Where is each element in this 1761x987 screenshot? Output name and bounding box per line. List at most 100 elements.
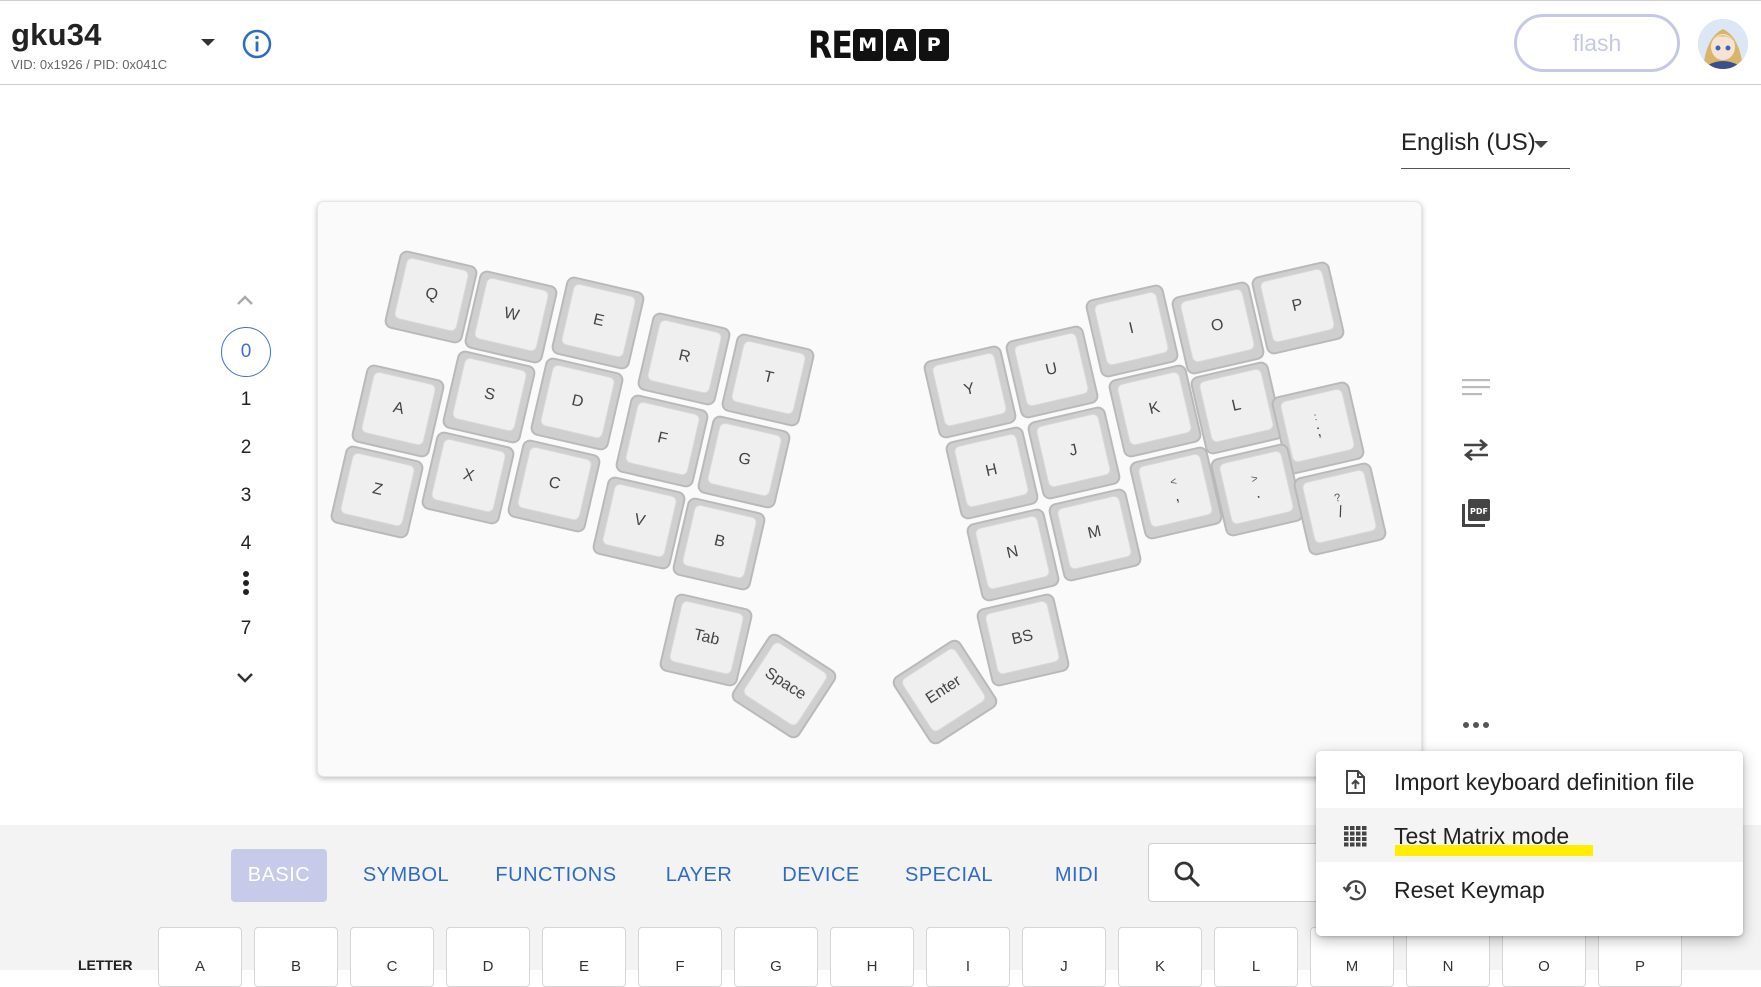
layer-3-button[interactable]: 3 bbox=[220, 485, 272, 507]
keycode-button[interactable]: N bbox=[1406, 927, 1490, 987]
remap-logo: RE M A P bbox=[808, 24, 949, 67]
key-b[interactable]: B bbox=[671, 496, 767, 592]
key-r[interactable]: R bbox=[636, 311, 732, 407]
key-o[interactable]: O bbox=[1170, 280, 1266, 376]
info-icon[interactable] bbox=[241, 28, 273, 60]
swap-icon[interactable] bbox=[1458, 432, 1494, 468]
options-menu: Import keyboard definition file Test Mat… bbox=[1316, 751, 1743, 936]
keycode-button[interactable]: M bbox=[1310, 927, 1394, 987]
key-l[interactable]: L bbox=[1189, 360, 1285, 456]
tab-midi[interactable]: MIDI bbox=[1044, 849, 1110, 902]
keycode-button[interactable]: B bbox=[254, 927, 338, 987]
menu-item-reset-keymap[interactable]: Reset Keymap bbox=[1316, 862, 1743, 916]
key-z[interactable]: Z bbox=[329, 444, 425, 540]
layer-4-button[interactable]: 4 bbox=[220, 533, 272, 555]
key-label: G bbox=[736, 449, 753, 469]
keycode-button[interactable]: C bbox=[350, 927, 434, 987]
logo-letter-m: M bbox=[852, 29, 883, 61]
key-q[interactable]: Q bbox=[383, 249, 479, 345]
key-label: E bbox=[591, 310, 606, 330]
key-label: W bbox=[502, 304, 521, 325]
key-label: Z bbox=[370, 479, 385, 499]
tab-symbol[interactable]: SYMBOL bbox=[352, 849, 460, 902]
tab-layer[interactable]: LAYER bbox=[656, 849, 742, 902]
keycode-button[interactable]: O bbox=[1502, 927, 1586, 987]
key-m[interactable]: M bbox=[1047, 487, 1143, 583]
key-u[interactable]: U bbox=[1004, 324, 1100, 420]
keycode-button[interactable]: P bbox=[1598, 927, 1682, 987]
layer-1-button[interactable]: 1 bbox=[220, 389, 272, 411]
key-tab[interactable]: Tab bbox=[658, 592, 754, 688]
highlight-mark bbox=[1395, 845, 1593, 856]
key-w[interactable]: W bbox=[463, 269, 559, 365]
more-options-icon[interactable] bbox=[1458, 707, 1494, 743]
key-label: . bbox=[1253, 484, 1262, 502]
keycode-button[interactable]: F bbox=[638, 927, 722, 987]
key-g[interactable]: G bbox=[696, 414, 792, 510]
tab-device[interactable]: DEVICE bbox=[773, 849, 869, 902]
key-d[interactable]: D bbox=[529, 356, 625, 452]
tab-basic[interactable]: BASIC bbox=[231, 849, 327, 902]
keycode-button[interactable]: A bbox=[158, 927, 242, 987]
layer-up-icon[interactable] bbox=[230, 288, 260, 312]
keycode-button[interactable]: J bbox=[1022, 927, 1106, 987]
keyboard-name[interactable]: gku34 bbox=[11, 17, 102, 53]
key-j[interactable]: J bbox=[1026, 405, 1122, 501]
key-label: O bbox=[1209, 315, 1226, 335]
key-i[interactable]: I bbox=[1084, 283, 1180, 379]
key-h[interactable]: H bbox=[944, 425, 1040, 521]
key-y[interactable]: Y bbox=[922, 344, 1018, 440]
keycode-label: G bbox=[770, 958, 782, 975]
layer-0-button[interactable]: 0 bbox=[221, 327, 271, 377]
menu-item-import-definition[interactable]: Import keyboard definition file bbox=[1316, 754, 1743, 808]
tab-functions[interactable]: FUNCTIONS bbox=[489, 849, 623, 902]
keycode-button[interactable]: I bbox=[926, 927, 1010, 987]
keyboard-dropdown-icon[interactable] bbox=[201, 39, 215, 46]
more-layers-icon[interactable] bbox=[241, 569, 251, 599]
logo-letter-p: P bbox=[918, 29, 949, 61]
key-shift-label: : bbox=[1312, 410, 1319, 424]
key-a[interactable]: A bbox=[350, 363, 446, 459]
keycode-button[interactable]: K bbox=[1118, 927, 1202, 987]
layer-2-button[interactable]: 2 bbox=[220, 437, 272, 459]
key-k[interactable]: K bbox=[1107, 363, 1203, 459]
logo-letter-a: A bbox=[885, 29, 916, 61]
keycode-label: A bbox=[194, 958, 205, 975]
keycode-label: O bbox=[1538, 958, 1550, 975]
key-s[interactable]: S bbox=[441, 349, 537, 445]
keycode-button[interactable]: G bbox=[734, 927, 818, 987]
keycode-button[interactable]: E bbox=[542, 927, 626, 987]
keyboard-language-select[interactable]: English (US) bbox=[1401, 117, 1570, 169]
key-comma[interactable]: <, bbox=[1128, 445, 1224, 541]
key-label: S bbox=[482, 384, 497, 404]
keycode-button[interactable]: L bbox=[1214, 927, 1298, 987]
key-label: BS bbox=[1010, 626, 1035, 648]
layer-7-button[interactable]: 7 bbox=[220, 618, 272, 640]
key-slash[interactable]: ? / bbox=[1292, 461, 1388, 557]
key-x[interactable]: X bbox=[420, 430, 516, 526]
key-enter[interactable]: Enter bbox=[889, 636, 1001, 748]
key-t[interactable]: T bbox=[720, 332, 816, 428]
user-avatar[interactable] bbox=[1698, 19, 1748, 69]
key-e[interactable]: E bbox=[550, 275, 646, 371]
keycode-button[interactable]: H bbox=[830, 927, 914, 987]
key-p[interactable]: P bbox=[1250, 260, 1346, 356]
key-c[interactable]: C bbox=[506, 438, 602, 534]
key-label: D bbox=[570, 391, 586, 411]
pdf-icon[interactable]: PDF bbox=[1458, 495, 1494, 531]
keycode-button[interactable]: D bbox=[446, 927, 530, 987]
vid-pid-label: VID: 0x1926 / PID: 0x041C bbox=[11, 57, 168, 72]
key-f[interactable]: F bbox=[614, 393, 710, 489]
key-n[interactable]: N bbox=[965, 507, 1061, 603]
key-backspace[interactable]: BS bbox=[975, 592, 1071, 688]
tab-special[interactable]: SPECIAL bbox=[897, 849, 1001, 902]
keycode-label: L bbox=[1251, 958, 1261, 975]
layer-down-icon[interactable] bbox=[230, 666, 260, 690]
key-v[interactable]: V bbox=[591, 475, 687, 571]
flash-button[interactable]: flash bbox=[1514, 14, 1680, 72]
key-label: K bbox=[1147, 398, 1162, 418]
file-upload-icon bbox=[1346, 770, 1365, 794]
menu-item-label: Import keyboard definition file bbox=[1394, 769, 1695, 795]
key-label: Tab bbox=[692, 626, 722, 649]
keymap-list-icon[interactable] bbox=[1458, 370, 1494, 406]
